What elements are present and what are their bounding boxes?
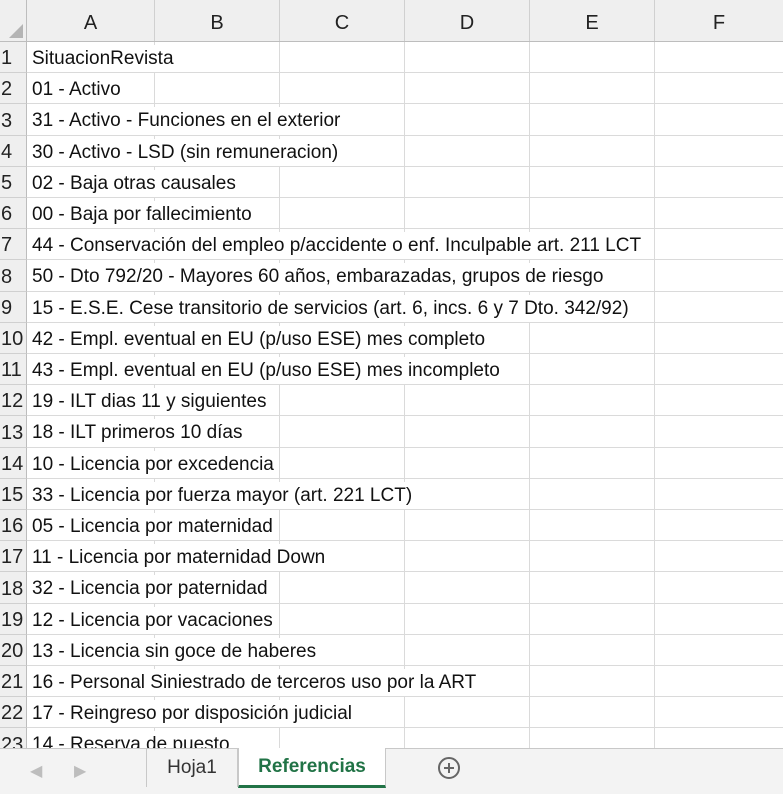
cell-a[interactable]: 13 - Licencia sin goce de haberes [32, 638, 319, 665]
cell-a[interactable]: 17 - Reingreso por disposición judicial [32, 700, 355, 727]
sheet-tab-bar: ◀ ▶ Hoja1 Referencias [0, 748, 783, 794]
row-header[interactable]: 13 [0, 416, 27, 448]
row-header[interactable]: 10 [0, 323, 27, 354]
cell-a[interactable]: 14 - Reserva de puesto [32, 731, 232, 748]
cell-a[interactable]: 43 - Empl. eventual en EU (p/uso ESE) me… [32, 357, 502, 384]
column-header-b[interactable]: B [155, 0, 280, 41]
cell-a[interactable]: 00 - Baja por fallecimiento [32, 201, 254, 228]
row-header[interactable]: 4 [0, 136, 27, 167]
cell-a[interactable]: 19 - ILT dias 11 y siguientes [32, 388, 269, 415]
row-header[interactable]: 8 [0, 260, 27, 292]
cell-a[interactable]: 30 - Activo - LSD (sin remuneracion) [32, 139, 341, 166]
row-header[interactable]: 15 [0, 479, 27, 510]
row-header[interactable]: 9 [0, 292, 27, 323]
chevron-left-icon[interactable]: ◀ [30, 761, 42, 781]
row-header[interactable]: 2 [0, 73, 27, 104]
row-header[interactable]: 14 [0, 448, 27, 479]
row-header[interactable]: 6 [0, 198, 27, 229]
cell-a[interactable]: 01 - Activo [32, 76, 123, 103]
row-header[interactable]: 19 [0, 604, 27, 635]
column-header-a[interactable]: A [27, 0, 155, 41]
row-header[interactable]: 23 [0, 728, 27, 748]
cell-a[interactable]: 42 - Empl. eventual en EU (p/uso ESE) me… [32, 326, 488, 353]
row-header[interactable]: 1 [0, 42, 27, 73]
cell-a[interactable]: 10 - Licencia por excedencia [32, 451, 276, 478]
cell-a[interactable]: 16 - Personal Siniestrado de terceros us… [32, 669, 479, 696]
column-header-d[interactable]: D [405, 0, 530, 41]
row-header[interactable]: 11 [0, 354, 27, 385]
plus-circle-icon[interactable] [438, 757, 460, 779]
chevron-right-icon[interactable]: ▶ [74, 761, 86, 781]
spreadsheet-grid[interactable]: A B C D E F 1 SituacionRevista 2 01 - Activ… [0, 0, 783, 748]
cell-a[interactable]: 12 - Licencia por vacaciones [32, 607, 275, 634]
cell-a[interactable]: 11 - Licencia por maternidad Down [32, 544, 328, 571]
select-all-button[interactable] [0, 0, 27, 41]
cell-a[interactable]: 50 - Dto 792/20 - Mayores 60 años, embar… [32, 263, 606, 291]
column-header-c[interactable]: C [280, 0, 405, 41]
cell-a[interactable]: SituacionRevista [32, 45, 176, 72]
tab-hoja1[interactable]: Hoja1 [146, 749, 238, 787]
tab-referencias[interactable]: Referencias [238, 748, 386, 788]
cell-a[interactable]: 44 - Conservación del empleo p/accidente… [32, 232, 644, 259]
row-header[interactable]: 17 [0, 541, 27, 572]
cell-a[interactable]: 18 - ILT primeros 10 días [32, 419, 245, 447]
row-header[interactable]: 12 [0, 385, 27, 416]
row-header[interactable]: 5 [0, 167, 27, 198]
row-header[interactable]: 18 [0, 572, 27, 604]
column-header-e[interactable]: E [530, 0, 655, 41]
row-header[interactable]: 22 [0, 697, 27, 728]
row-header[interactable]: 3 [0, 104, 27, 136]
table-row [27, 73, 783, 104]
cell-a[interactable]: 32 - Licencia por paternidad [32, 575, 270, 603]
cell-a[interactable]: 31 - Activo - Funciones en el exterior [32, 107, 343, 135]
cell-a[interactable]: 05 - Licencia por maternidad [32, 513, 275, 540]
row-header[interactable]: 21 [0, 666, 27, 697]
cell-a[interactable]: 33 - Licencia por fuerza mayor (art. 221… [32, 482, 415, 509]
row-header[interactable]: 7 [0, 229, 27, 260]
select-all-triangle-icon [9, 24, 23, 38]
cell-a[interactable]: 15 - E.S.E. Cese transitorio de servicio… [32, 295, 631, 322]
row-header[interactable]: 16 [0, 510, 27, 541]
column-header-f[interactable]: F [655, 0, 783, 41]
row-header[interactable]: 20 [0, 635, 27, 666]
plus-vertical [448, 763, 450, 773]
cell-a[interactable]: 02 - Baja otras causales [32, 170, 238, 197]
